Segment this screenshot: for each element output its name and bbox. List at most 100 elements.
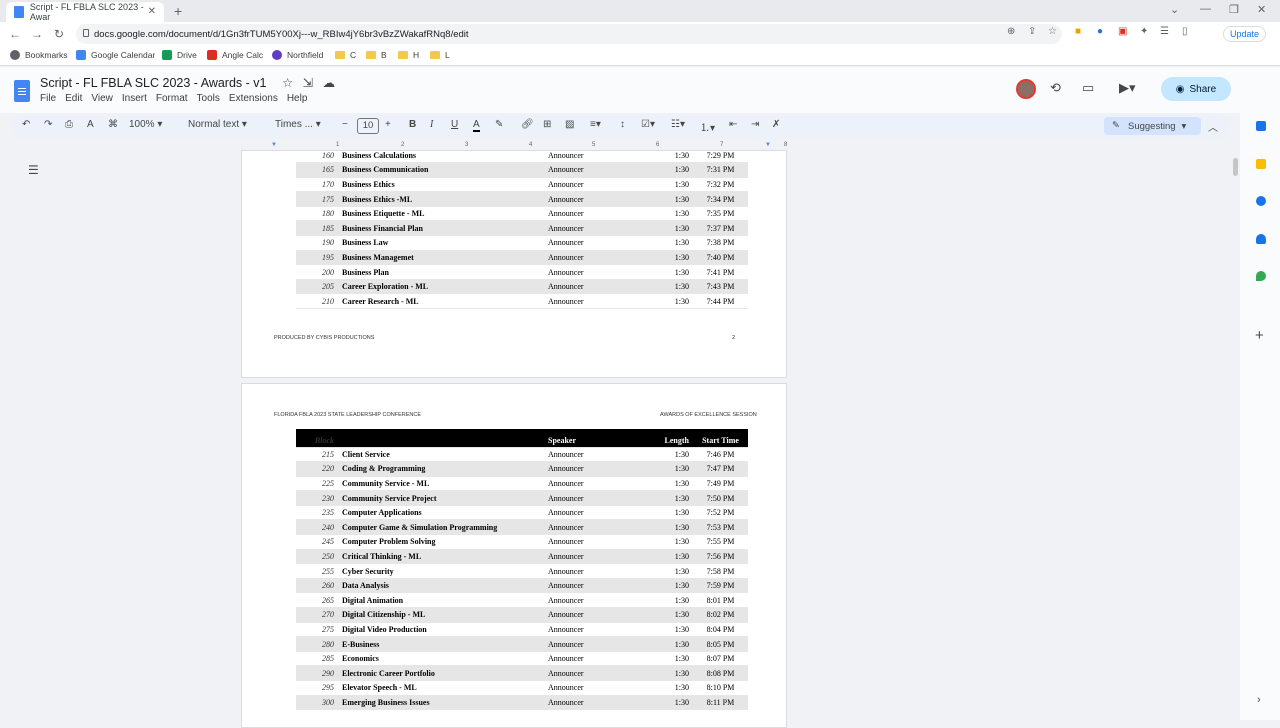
url-input[interactable]: docs.google.com/document/d/1Gn3frTUM5Y00… bbox=[76, 24, 1062, 44]
chevron-down-icon[interactable]: ⌄ bbox=[1170, 3, 1179, 16]
reload-icon[interactable]: ↻ bbox=[48, 27, 70, 41]
undo-icon[interactable]: ↶ bbox=[22, 119, 30, 130]
font-select[interactable]: Times ... ▾ bbox=[275, 119, 321, 130]
decrease-indent-icon[interactable]: ⇤ bbox=[729, 119, 737, 130]
bookmark-folder-b[interactable]: B bbox=[366, 50, 387, 60]
calendar-icon[interactable] bbox=[1256, 121, 1266, 131]
block-number-cell: 180 bbox=[296, 206, 338, 222]
block-number-cell: 190 bbox=[296, 235, 338, 251]
redo-icon[interactable]: ↷ bbox=[44, 119, 52, 130]
move-folder-icon[interactable]: ⇲ bbox=[303, 76, 313, 90]
extension-icon[interactable]: ● bbox=[1097, 26, 1103, 37]
browser-tab[interactable]: Script - FL FBLA SLC 2023 - Awar ✕ bbox=[6, 2, 164, 22]
document-title[interactable]: Script - FL FBLA SLC 2023 - Awards - v1 … bbox=[40, 75, 335, 90]
line-spacing-icon[interactable]: ↕ bbox=[620, 119, 625, 130]
extension-icon[interactable]: ▣ bbox=[1118, 26, 1127, 37]
extension-icon[interactable]: ■ bbox=[1075, 26, 1081, 37]
chevron-right-icon[interactable]: › bbox=[1257, 694, 1261, 706]
new-tab-icon[interactable]: + bbox=[174, 3, 182, 19]
url-text: docs.google.com/document/d/1Gn3frTUM5Y00… bbox=[94, 28, 469, 40]
keep-icon[interactable] bbox=[1256, 159, 1266, 169]
add-addon-icon[interactable]: + bbox=[1255, 327, 1264, 344]
increase-indent-icon[interactable]: ⇥ bbox=[751, 119, 759, 130]
bookmark-google-calendar[interactable]: Google Calendar bbox=[76, 50, 155, 60]
minimize-icon[interactable]: — bbox=[1200, 3, 1211, 15]
italic-icon[interactable]: I bbox=[430, 119, 433, 130]
menu-tools[interactable]: Tools bbox=[197, 93, 220, 104]
collaborator-avatar[interactable] bbox=[1016, 79, 1036, 99]
docs-logo-icon[interactable] bbox=[14, 80, 30, 102]
zoom-select[interactable]: 100% ▾ bbox=[129, 119, 162, 130]
hide-menus-icon[interactable]: ︿ bbox=[1208, 119, 1218, 134]
close-tab-icon[interactable]: ✕ bbox=[148, 6, 156, 17]
menu-insert[interactable]: Insert bbox=[122, 93, 147, 104]
comment-icon[interactable]: ⊞ bbox=[543, 119, 551, 130]
paint-format-icon[interactable]: ⌘ bbox=[108, 119, 118, 130]
link-icon[interactable]: 🔗︎ bbox=[521, 119, 534, 130]
menu-file[interactable]: File bbox=[40, 93, 56, 104]
bulleted-list-icon[interactable]: ☷▾ bbox=[671, 119, 685, 130]
document-outline-icon[interactable]: ☰ bbox=[28, 163, 39, 177]
font-size-input[interactable]: 10 bbox=[357, 118, 379, 134]
bookmark-northfield[interactable]: Northfield bbox=[272, 50, 323, 60]
checklist-icon[interactable]: ☑▾ bbox=[641, 119, 655, 130]
underline-icon[interactable]: U bbox=[451, 119, 458, 130]
close-window-icon[interactable]: ✕ bbox=[1257, 3, 1266, 16]
speaker-cell: Announcer bbox=[544, 264, 656, 280]
share-button[interactable]: ◉ Share bbox=[1161, 77, 1231, 101]
menu-help[interactable]: Help bbox=[287, 93, 308, 104]
share-page-icon[interactable]: ⇪ bbox=[1028, 26, 1036, 37]
menu-edit[interactable]: Edit bbox=[65, 93, 82, 104]
menu-extensions[interactable]: Extensions bbox=[229, 93, 278, 104]
align-icon[interactable]: ≡▾ bbox=[590, 119, 601, 130]
bookmark-folder-l[interactable]: L bbox=[430, 50, 450, 60]
document-page[interactable]: 160 Business Calculations Announcer 1:30 7:2… bbox=[241, 148, 787, 378]
bookmark-folder-h[interactable]: H bbox=[398, 50, 419, 60]
bookmark-star-icon[interactable]: ☆ bbox=[1048, 26, 1057, 37]
document-page[interactable]: FLORIDA FBLA 2023 STATE LEADERSHIP CONFE… bbox=[241, 383, 787, 728]
menu-view[interactable]: View bbox=[91, 93, 113, 104]
text-color-icon[interactable]: A bbox=[473, 119, 480, 132]
highlight-icon[interactable]: ✎ bbox=[495, 119, 503, 130]
page-footer: PRODUCED BY CYBIS PRODUCTIONS bbox=[274, 335, 375, 341]
event-name-cell: Computer Problem Solving bbox=[338, 534, 544, 550]
bookmark-folder-c[interactable]: C bbox=[335, 50, 356, 60]
style-select[interactable]: Normal text ▾ bbox=[188, 119, 247, 130]
star-icon[interactable]: ☆ bbox=[282, 76, 293, 90]
meet-icon[interactable]: ▶▾ bbox=[1119, 80, 1136, 96]
update-button[interactable]: Update bbox=[1223, 26, 1267, 42]
start-time-cell: 7:50 PM bbox=[693, 490, 748, 506]
install-icon[interactable]: ⊕ bbox=[1007, 26, 1015, 37]
event-name-cell: Computer Applications bbox=[338, 505, 544, 521]
bookmark-bookmarks[interactable]: Bookmarks bbox=[10, 50, 68, 60]
right-indent-marker-icon[interactable]: ▼ bbox=[765, 142, 771, 148]
event-name-cell: Digital Animation bbox=[338, 592, 544, 609]
image-icon[interactable]: ▨ bbox=[565, 119, 574, 130]
decrease-font-icon[interactable]: − bbox=[342, 119, 348, 130]
vertical-scrollbar[interactable] bbox=[1233, 158, 1238, 176]
editing-mode-select[interactable]: ✎ Suggesting ▾ bbox=[1104, 117, 1201, 135]
tasks-icon[interactable] bbox=[1256, 196, 1266, 206]
puzzle-icon[interactable]: ✦ bbox=[1140, 26, 1148, 37]
side-panel-icon[interactable]: ▯ bbox=[1182, 26, 1188, 37]
bookmark-angle-calc[interactable]: Angle Calc bbox=[207, 50, 263, 60]
contacts-icon[interactable] bbox=[1256, 234, 1266, 244]
restore-icon[interactable]: ❐ bbox=[1229, 3, 1239, 16]
suggest-edit-icon: ✎ bbox=[1112, 120, 1120, 131]
back-icon[interactable]: ← bbox=[4, 27, 26, 41]
print-icon[interactable]: ⎙ bbox=[65, 119, 73, 130]
block-number-cell: 220 bbox=[296, 461, 338, 477]
forward-icon[interactable]: → bbox=[26, 27, 48, 41]
comments-icon[interactable]: ▭ bbox=[1082, 80, 1094, 96]
menu-format[interactable]: Format bbox=[156, 93, 188, 104]
left-indent-marker-icon[interactable]: ▼ bbox=[271, 142, 277, 148]
increase-font-icon[interactable]: + bbox=[385, 119, 391, 130]
numbered-list-icon[interactable]: ⒈▾ bbox=[700, 119, 715, 134]
bookmark-drive[interactable]: Drive bbox=[162, 50, 197, 60]
clear-formatting-icon[interactable]: ✗ bbox=[772, 119, 780, 130]
version-history-icon[interactable]: ⟲ bbox=[1050, 80, 1061, 96]
spellcheck-icon[interactable]: A bbox=[87, 119, 94, 130]
reading-list-icon[interactable]: ☰ bbox=[1160, 26, 1169, 37]
maps-icon[interactable] bbox=[1256, 271, 1266, 281]
bold-icon[interactable]: B bbox=[409, 119, 416, 130]
